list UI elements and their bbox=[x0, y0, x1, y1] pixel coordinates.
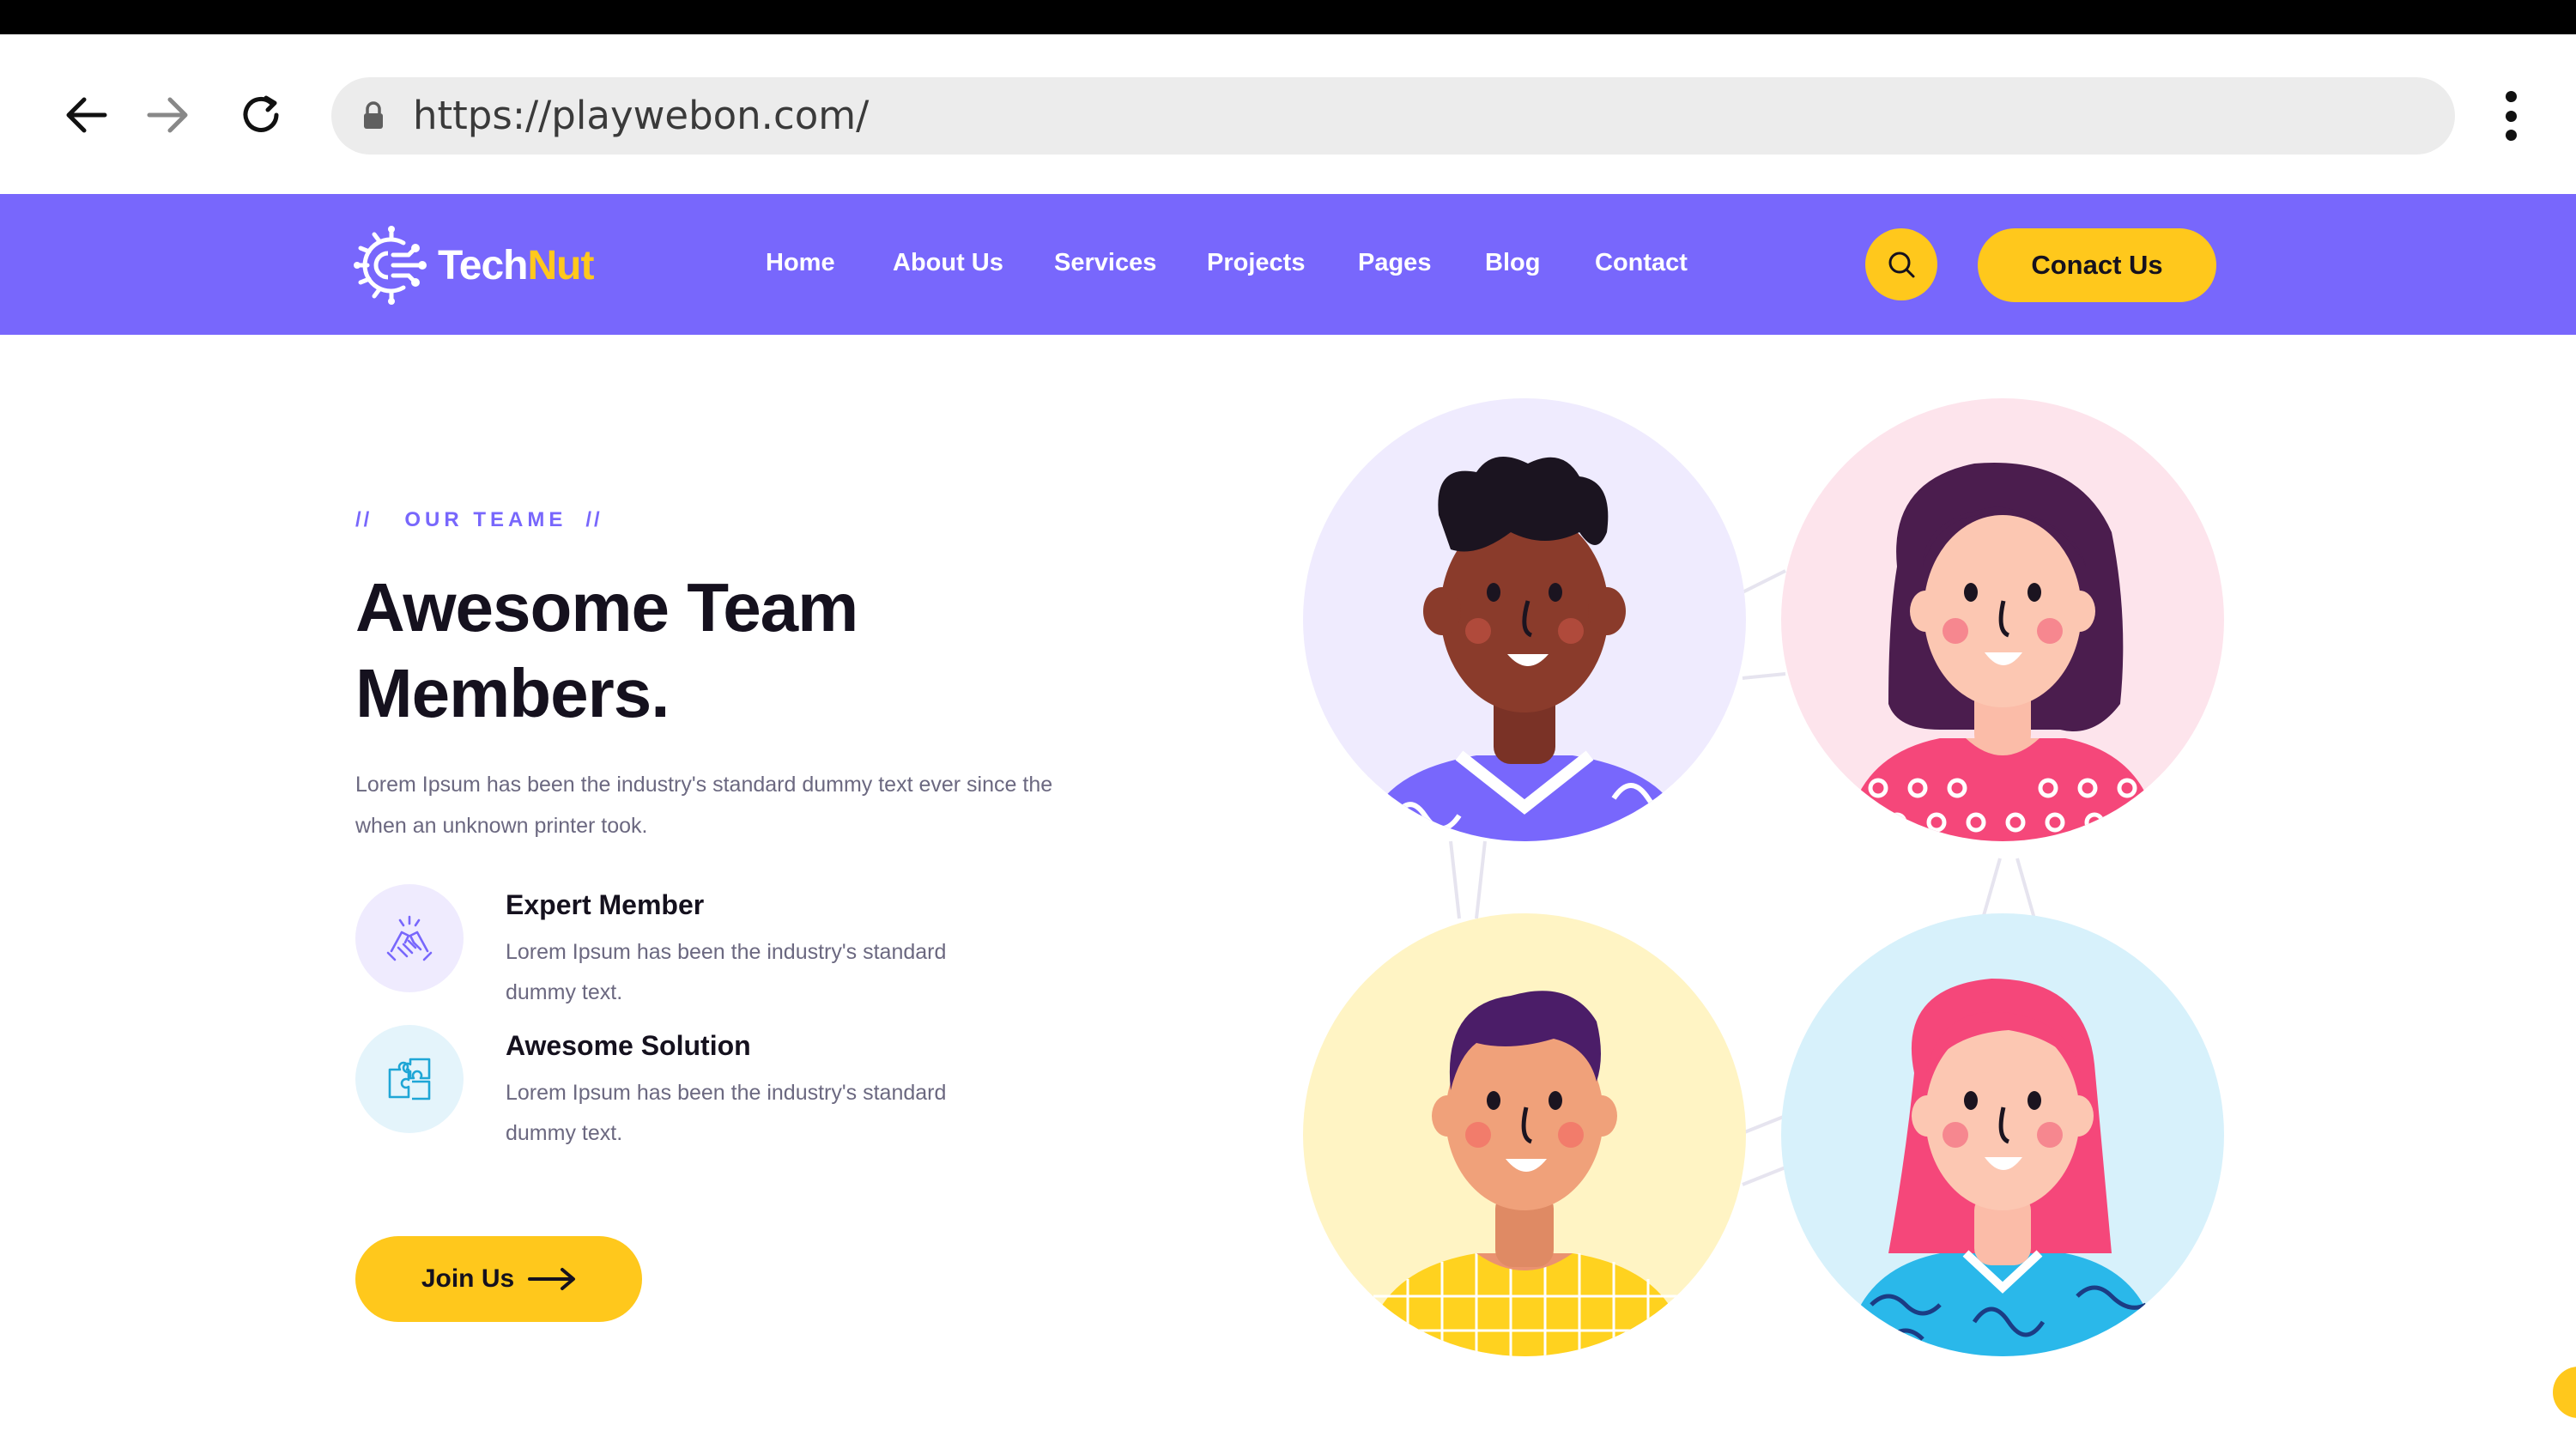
nav-pages[interactable]: Pages bbox=[1358, 249, 1431, 283]
team-member-avatar[interactable] bbox=[1303, 398, 1746, 841]
nav-about-us[interactable]: About Us bbox=[893, 249, 1003, 283]
logo-text-part1: Tech bbox=[438, 242, 528, 288]
feature-solution-title: Awesome Solution bbox=[506, 1030, 751, 1061]
section-eyebrow: // OUR TEAME // bbox=[355, 505, 603, 536]
search-icon bbox=[1888, 252, 1915, 278]
join-us-label: Join Us bbox=[421, 1264, 515, 1293]
scroll-to-top-button[interactable] bbox=[2553, 1367, 2576, 1418]
site-logo[interactable]: TechNut bbox=[354, 225, 594, 306]
section-title: Awesome Team Members. bbox=[355, 569, 858, 731]
logo-text: TechNut bbox=[438, 242, 594, 289]
more-vertical-icon bbox=[2505, 91, 2517, 102]
lock-icon bbox=[364, 101, 383, 129]
arrow-right-icon bbox=[147, 97, 188, 133]
nav-projects[interactable]: Projects bbox=[1207, 249, 1305, 283]
arrow-left-icon bbox=[66, 97, 107, 133]
team-member-avatar[interactable] bbox=[1303, 913, 1746, 1356]
reload-button[interactable] bbox=[232, 86, 290, 144]
section-lead: Lorem Ipsum has been the industry's stan… bbox=[355, 773, 1053, 838]
nav-blog[interactable]: Blog bbox=[1485, 249, 1540, 283]
eyebrow-suffix: // bbox=[585, 508, 603, 531]
feature-expert-desc: Lorem Ipsum has been the industry's stan… bbox=[506, 940, 947, 1004]
contact-us-button[interactable]: Conact Us bbox=[1978, 228, 2216, 302]
join-us-button[interactable]: Join Us bbox=[355, 1236, 642, 1322]
feature-expert-title: Expert Member bbox=[506, 889, 705, 920]
forward-button[interactable] bbox=[139, 86, 197, 144]
brain-chip-logo-icon bbox=[354, 226, 427, 305]
more-vertical-dot bbox=[2505, 110, 2517, 122]
reload-icon bbox=[243, 95, 279, 132]
address-bar[interactable]: https://playwebon.com/ bbox=[331, 77, 2455, 155]
feature-solution-desc: Lorem Ipsum has been the industry's stan… bbox=[506, 1081, 947, 1145]
back-button[interactable] bbox=[57, 86, 115, 144]
nav-services[interactable]: Services bbox=[1054, 249, 1156, 283]
search-button[interactable] bbox=[1865, 228, 1937, 300]
logo-text-part2: Nut bbox=[527, 242, 594, 288]
eyebrow-prefix: // bbox=[355, 508, 373, 531]
feature-expert-icon-badge bbox=[355, 884, 464, 992]
team-member-avatar[interactable] bbox=[1781, 913, 2224, 1356]
more-vertical-dot bbox=[2505, 130, 2517, 141]
feature-solution-icon-badge bbox=[355, 1025, 464, 1133]
eyebrow-text: OUR TEAME bbox=[404, 508, 567, 531]
handshake-icon bbox=[386, 915, 433, 961]
browser-menu-button[interactable] bbox=[2489, 86, 2532, 146]
url-text: https://playwebon.com/ bbox=[413, 93, 870, 138]
puzzle-icon bbox=[388, 1058, 431, 1100]
team-member-avatar[interactable] bbox=[1781, 398, 2224, 841]
nav-contact[interactable]: Contact bbox=[1595, 249, 1688, 283]
status-strip bbox=[0, 0, 2576, 34]
arrow-right-icon bbox=[528, 1268, 576, 1290]
nav-home[interactable]: Home bbox=[766, 249, 835, 283]
team-illustration bbox=[1303, 398, 2224, 1356]
